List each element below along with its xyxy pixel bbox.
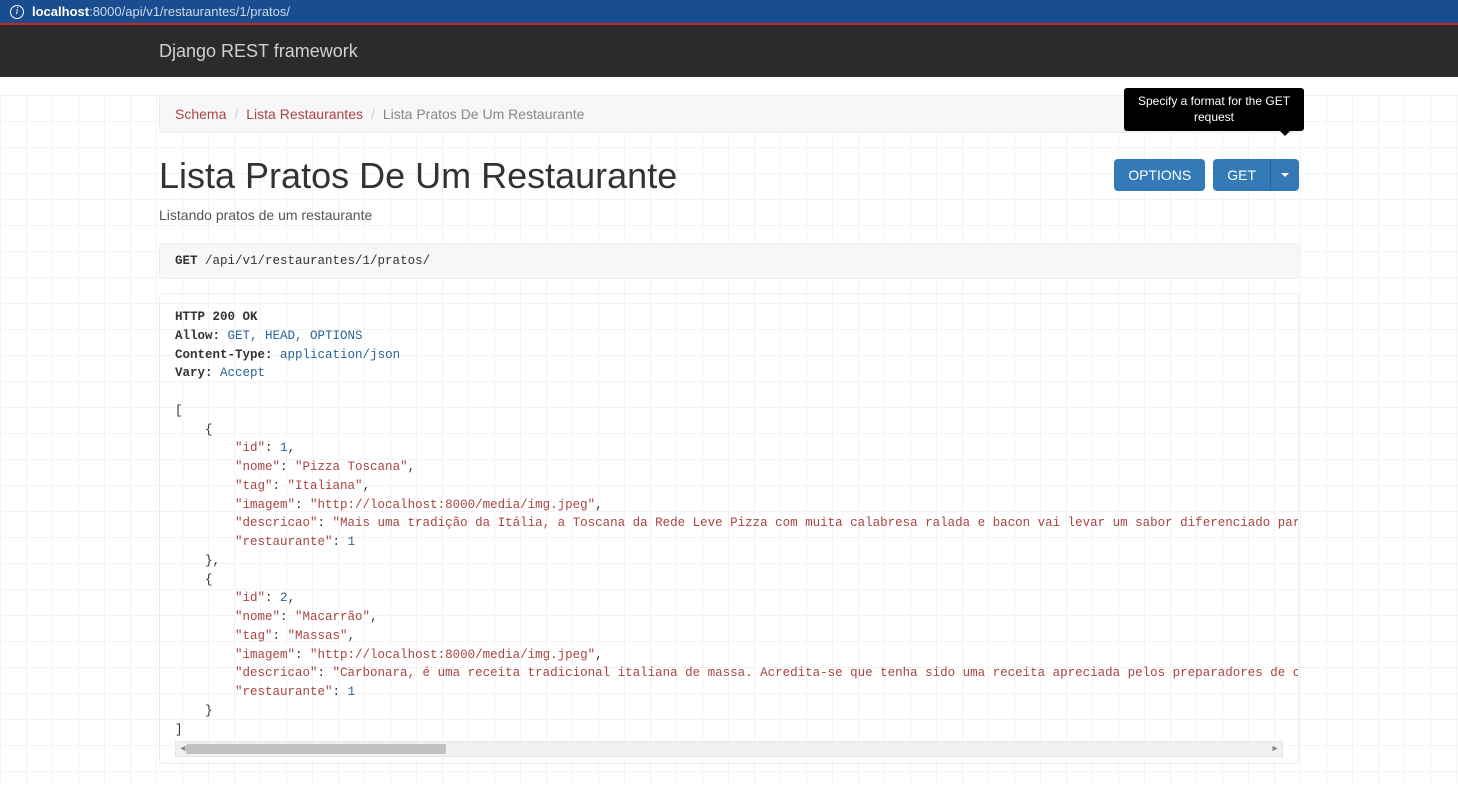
get-format-dropdown[interactable] (1270, 159, 1299, 191)
response-pre: HTTP 200 OK Allow: GET, HEAD, OPTIONS Co… (175, 308, 1283, 739)
horizontal-scrollbar[interactable]: ◄ ► (175, 741, 1283, 757)
breadcrumb-current: Lista Pratos De Um Restaurante (383, 106, 585, 122)
request-method: GET (175, 254, 198, 268)
breadcrumb-lista-restaurantes[interactable]: Lista Restaurantes (246, 106, 363, 122)
breadcrumb: Schema / Lista Restaurantes / Lista Prat… (159, 95, 1299, 133)
page-title: Lista Pratos De Um Restaurante (159, 155, 677, 197)
response-box: HTTP 200 OK Allow: GET, HEAD, OPTIONS Co… (159, 293, 1299, 764)
scroll-right-icon[interactable]: ► (1268, 742, 1282, 756)
breadcrumb-separator: / (371, 106, 375, 122)
brand-link[interactable]: Django REST framework (159, 41, 358, 61)
format-tooltip: Specify a format for the GET request (1124, 88, 1304, 131)
url-text: localhost:8000/api/v1/restaurantes/1/pra… (32, 4, 290, 19)
get-button[interactable]: GET (1213, 159, 1270, 191)
request-box: GET /api/v1/restaurantes/1/pratos/ (159, 243, 1299, 279)
browser-url-bar[interactable]: i localhost:8000/api/v1/restaurantes/1/p… (0, 0, 1458, 25)
scrollbar-thumb[interactable] (186, 744, 446, 754)
request-path: /api/v1/restaurantes/1/pratos/ (205, 254, 430, 268)
button-group: OPTIONS GET (1114, 159, 1299, 191)
page-description: Listando pratos de um restaurante (159, 207, 1299, 223)
breadcrumb-separator: / (234, 106, 238, 122)
caret-down-icon (1281, 173, 1289, 181)
options-button[interactable]: OPTIONS (1114, 159, 1205, 191)
breadcrumb-schema[interactable]: Schema (175, 106, 226, 122)
info-icon: i (10, 5, 24, 19)
navbar: Django REST framework (0, 25, 1458, 77)
